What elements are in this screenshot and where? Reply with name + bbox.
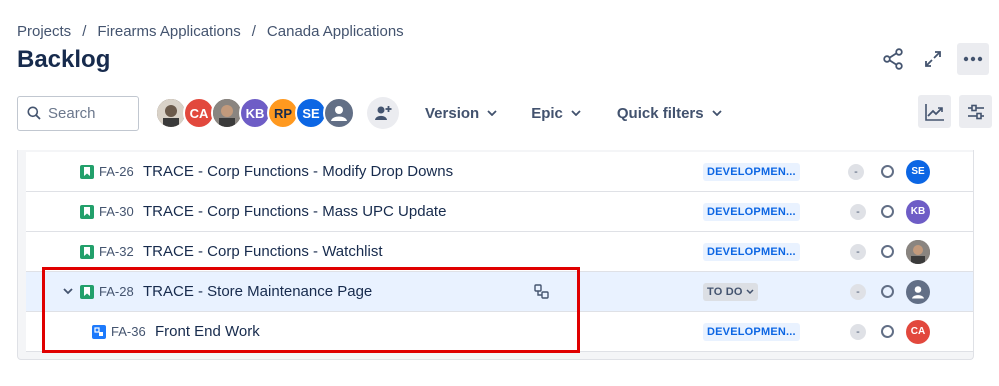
issue-key[interactable]: FA-30: [99, 204, 134, 219]
avatar-default-user[interactable]: [323, 97, 355, 129]
chevron-down-icon: [746, 289, 754, 294]
breadcrumb-separator: /: [251, 23, 256, 40]
story-points-estimate[interactable]: -: [850, 203, 866, 220]
chevron-down-icon: [487, 110, 497, 116]
issue-key[interactable]: FA-26: [99, 164, 134, 179]
chevron-down-icon: [571, 110, 581, 116]
quick-filters[interactable]: Quick filters: [617, 105, 722, 122]
priority-status-circle: [881, 205, 894, 218]
status-badge[interactable]: DEVELOPMEN...: [703, 202, 800, 221]
priority-status-circle: [881, 285, 894, 298]
story-points-estimate[interactable]: -: [850, 283, 866, 300]
avatar[interactable]: CA: [906, 319, 930, 344]
header-actions: [877, 43, 989, 75]
breadcrumb-separator: /: [82, 23, 87, 40]
breadcrumb-projects[interactable]: Projects: [17, 23, 71, 40]
issue-key[interactable]: FA-32: [99, 244, 134, 259]
avatar[interactable]: [906, 239, 930, 264]
status-badge[interactable]: DEVELOPMEN...: [703, 322, 800, 341]
status-badge[interactable]: DEVELOPMEN...: [703, 162, 800, 181]
fullscreen-button[interactable]: [917, 43, 949, 75]
avatar[interactable]: KB: [906, 199, 930, 224]
backlog-toolbar: Search CA KB RP SE Version Epic Quick fi…: [17, 95, 992, 131]
breadcrumb-canada-applications[interactable]: Canada Applications: [267, 23, 404, 40]
assignee-avatar-filter: CA KB RP SE: [155, 97, 355, 129]
status-label: TO DO: [707, 285, 743, 298]
chart-line-icon: [924, 103, 944, 121]
more-icon: [963, 56, 983, 62]
story-points-estimate[interactable]: -: [850, 323, 866, 340]
user-icon: [331, 106, 347, 121]
page-title: Backlog: [17, 46, 111, 73]
status-badge[interactable]: DEVELOPMEN...: [703, 242, 800, 261]
settings-sliders-icon: [967, 104, 984, 119]
user-icon: [912, 285, 924, 298]
breadcrumb: Projects / Firearms Applications / Canad…: [17, 23, 404, 40]
table-row[interactable]: FA-26 TRACE - Corp Functions - Modify Dr…: [26, 152, 973, 192]
more-actions-button[interactable]: [957, 43, 989, 75]
table-row[interactable]: FA-30 TRACE - Corp Functions - Mass UPC …: [26, 192, 973, 232]
add-user-icon: [375, 106, 392, 120]
toolbar-right-tools: [918, 95, 992, 128]
insights-button[interactable]: [918, 95, 951, 128]
breadcrumb-firearms-applications[interactable]: Firearms Applications: [97, 23, 240, 40]
story-points-estimate[interactable]: -: [848, 163, 864, 180]
chevron-down-icon: [711, 110, 722, 116]
issue-summary[interactable]: TRACE - Corp Functions - Watchlist: [143, 243, 383, 260]
priority-status-circle: [881, 325, 894, 338]
priority-status-circle: [881, 165, 894, 178]
share-icon: [883, 48, 903, 70]
search-placeholder: Search: [48, 104, 96, 122]
story-icon: [80, 244, 94, 259]
expand-icon: [925, 51, 941, 67]
status-dropdown[interactable]: TO DO: [703, 282, 758, 301]
view-settings-button[interactable]: [959, 95, 992, 128]
share-button[interactable]: [877, 43, 909, 75]
search-icon: [27, 106, 41, 120]
add-people-button[interactable]: [367, 97, 399, 129]
table-row[interactable]: FA-32 TRACE - Corp Functions - Watchlist…: [26, 232, 973, 272]
avatar-unassigned[interactable]: [906, 279, 930, 304]
avatar[interactable]: SE: [906, 159, 930, 184]
issue-summary[interactable]: TRACE - Corp Functions - Mass UPC Update: [143, 203, 446, 220]
priority-status-circle: [881, 245, 894, 258]
story-icon: [80, 204, 94, 219]
issue-summary[interactable]: TRACE - Corp Functions - Modify Drop Dow…: [143, 163, 453, 180]
story-points-estimate[interactable]: -: [850, 243, 866, 260]
highlight-annotation-box: [42, 267, 580, 353]
search-input[interactable]: Search: [17, 95, 139, 131]
epic-filter[interactable]: Epic: [531, 105, 581, 122]
story-icon: [80, 164, 94, 179]
version-filter[interactable]: Version: [425, 105, 497, 122]
